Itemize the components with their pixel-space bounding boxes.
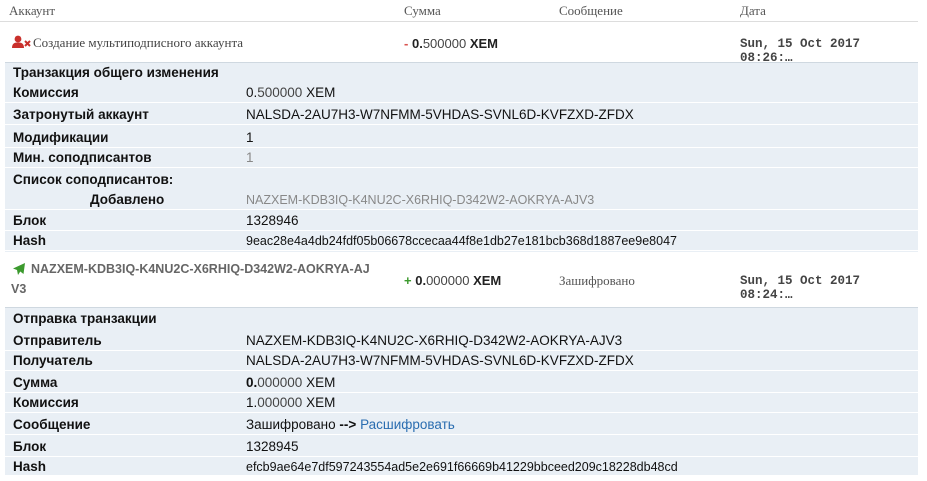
detail-row-message: Сообщение Зашифровано --> Расшифровать bbox=[5, 415, 918, 435]
added-cosigner: NAZXEM-KDB3IQ-K4NU2C-X6RHIQ-D342W2-AOKRY… bbox=[246, 193, 595, 207]
detail-row-amount: Сумма 0.000000 XEM bbox=[5, 373, 918, 393]
block-value: 1328945 bbox=[246, 439, 299, 454]
multisig-user-icon bbox=[12, 35, 32, 52]
transaction-account: Создание мультиподписного аккаунта bbox=[33, 35, 244, 50]
message-arrow: --> bbox=[339, 417, 357, 432]
block-label: Блок bbox=[13, 213, 47, 228]
header-date: Дата bbox=[740, 3, 766, 18]
min-cosig-value: 1 bbox=[246, 150, 254, 165]
sender-label: Отправитель bbox=[13, 333, 102, 348]
table-header: Аккаунт Сумма Сообщение Дата bbox=[0, 0, 918, 22]
transaction-account-cont: V3 bbox=[11, 282, 27, 296]
modifications-value: 1 bbox=[246, 130, 254, 145]
min-cosig-label: Мин. соподписантов bbox=[13, 150, 152, 165]
fee-value: 1.000000 XEM bbox=[246, 395, 335, 410]
transaction-details: Транзакция общего изменения Комиссия 0.5… bbox=[5, 62, 918, 252]
transaction-details: Отправка транзакции Отправитель NAZXEM-K… bbox=[5, 307, 918, 477]
hash-label: Hash bbox=[13, 233, 47, 248]
amount-sign: - bbox=[404, 36, 409, 51]
detail-row-affected: Затронутый аккаунт NALSDA-2AU7H3-W7NFMM-… bbox=[5, 105, 918, 125]
block-value: 1328946 bbox=[246, 213, 299, 228]
amount-integer: 0. bbox=[415, 273, 427, 288]
header-account: Аккаунт bbox=[9, 3, 56, 18]
fee-unit: XEM bbox=[306, 85, 336, 100]
detail-row-sender: Отправитель NAZXEM-KDB3IQ-K4NU2C-X6RHIQ-… bbox=[5, 331, 918, 351]
paper-plane-icon bbox=[12, 262, 26, 279]
amount-sign: + bbox=[404, 273, 412, 288]
details-title: Отправка транзакции bbox=[13, 311, 157, 326]
transaction-date: Sun, 15 Oct 2017 08:26:… bbox=[740, 37, 861, 65]
amount-int: 0. bbox=[246, 375, 258, 390]
amount-decimal: 500000 bbox=[422, 36, 467, 51]
transaction-row[interactable]: NAZXEM-KDB3IQ-K4NU2C-X6RHIQ-D342W2-AOKRY… bbox=[0, 253, 918, 305]
transaction-date: Sun, 15 Oct 2017 08:24:… bbox=[740, 274, 861, 302]
amount-integer: 0. bbox=[411, 36, 423, 51]
transaction-amount: + 0.000000 XEM bbox=[404, 273, 501, 288]
transaction-amount: - 0.500000 XEM bbox=[404, 36, 498, 51]
amount-unit: XEM bbox=[473, 273, 502, 288]
detail-row-hash: Hash efcb9ae64e7df597243554ad5e2e691f666… bbox=[5, 457, 918, 477]
detail-row-hash: Hash 9eac28e4a4db24fdf05b06678cceсaa44f8… bbox=[5, 231, 918, 251]
fee-label: Комиссия bbox=[13, 85, 79, 100]
amount-unit: XEM bbox=[306, 375, 336, 390]
header-message: Сообщение bbox=[559, 3, 623, 18]
hash-value: efcb9ae64e7df597243554ad5e2e691f66669b41… bbox=[246, 460, 678, 474]
detail-row-fee: Комиссия 0.500000 XEM bbox=[5, 83, 918, 103]
modifications-label: Модификации bbox=[13, 130, 109, 145]
transaction-row[interactable]: Создание мультиподписного аккаунта - 0.5… bbox=[0, 23, 918, 65]
amount-label: Сумма bbox=[13, 375, 58, 390]
header-amount: Сумма bbox=[404, 3, 441, 18]
detail-row-recipient: Получатель NALSDA-2AU7H3-W7NFMM-5VHDAS-S… bbox=[5, 351, 918, 371]
hash-label: Hash bbox=[13, 459, 47, 474]
detail-row-fee: Комиссия 1.000000 XEM bbox=[5, 393, 918, 413]
added-label: Добавлено bbox=[90, 192, 165, 207]
message-value: Зашифровано --> Расшифровать bbox=[246, 417, 455, 432]
amount-decimal: 000000 bbox=[426, 273, 470, 288]
fee-value: 0.500000 XEM bbox=[246, 85, 335, 100]
decrypt-link[interactable]: Расшифровать bbox=[360, 417, 455, 432]
message-encrypted: Зашифровано bbox=[246, 417, 336, 432]
fee-dec: 500000 bbox=[257, 85, 303, 100]
sender-value: NAZXEM-KDB3IQ-K4NU2C-X6RHIQ-D342W2-AOKRY… bbox=[246, 333, 623, 348]
recipient-label: Получатель bbox=[13, 353, 93, 368]
message-label: Сообщение bbox=[13, 417, 91, 432]
detail-row-block: Блок 1328945 bbox=[5, 437, 918, 457]
fee-int: 0. bbox=[246, 85, 258, 100]
transaction-account: NAZXEM-KDB3IQ-K4NU2C-X6RHIQ-D342W2-AOKRY… bbox=[31, 262, 370, 276]
detail-row-modifications: Модификации 1 bbox=[5, 128, 918, 148]
detail-row-cosig-list: Список соподписантов: Добавлено NAZXEM-K… bbox=[5, 170, 918, 210]
affected-label: Затронутый аккаунт bbox=[13, 107, 149, 122]
amount-dec: 000000 bbox=[257, 375, 303, 390]
block-label: Блок bbox=[13, 439, 47, 454]
detail-row-min-cosig: Мин. соподписантов 1 bbox=[5, 148, 918, 168]
detail-row-block: Блок 1328946 bbox=[5, 211, 918, 231]
affected-account: NALSDA-2AU7H3-W7NFMM-5VHDAS-SVNL6D-KVFZX… bbox=[246, 107, 634, 122]
cosig-list-label: Список соподписантов: bbox=[13, 172, 174, 187]
recipient-value: NALSDA-2AU7H3-W7NFMM-5VHDAS-SVNL6D-KVFZX… bbox=[246, 353, 634, 368]
fee-dec: 000000 bbox=[257, 395, 303, 410]
details-title: Транзакция общего изменения bbox=[13, 65, 219, 80]
fee-label: Комиссия bbox=[13, 395, 79, 410]
fee-unit: XEM bbox=[306, 395, 336, 410]
transaction-message: Зашифровано bbox=[559, 273, 635, 288]
amount-unit: XEM bbox=[469, 36, 498, 51]
amount-value: 0.000000 XEM bbox=[246, 375, 335, 390]
hash-value: 9eac28e4a4db24fdf05b06678cceсaa44f8e1db2… bbox=[246, 234, 677, 248]
fee-int: 1. bbox=[246, 395, 258, 410]
